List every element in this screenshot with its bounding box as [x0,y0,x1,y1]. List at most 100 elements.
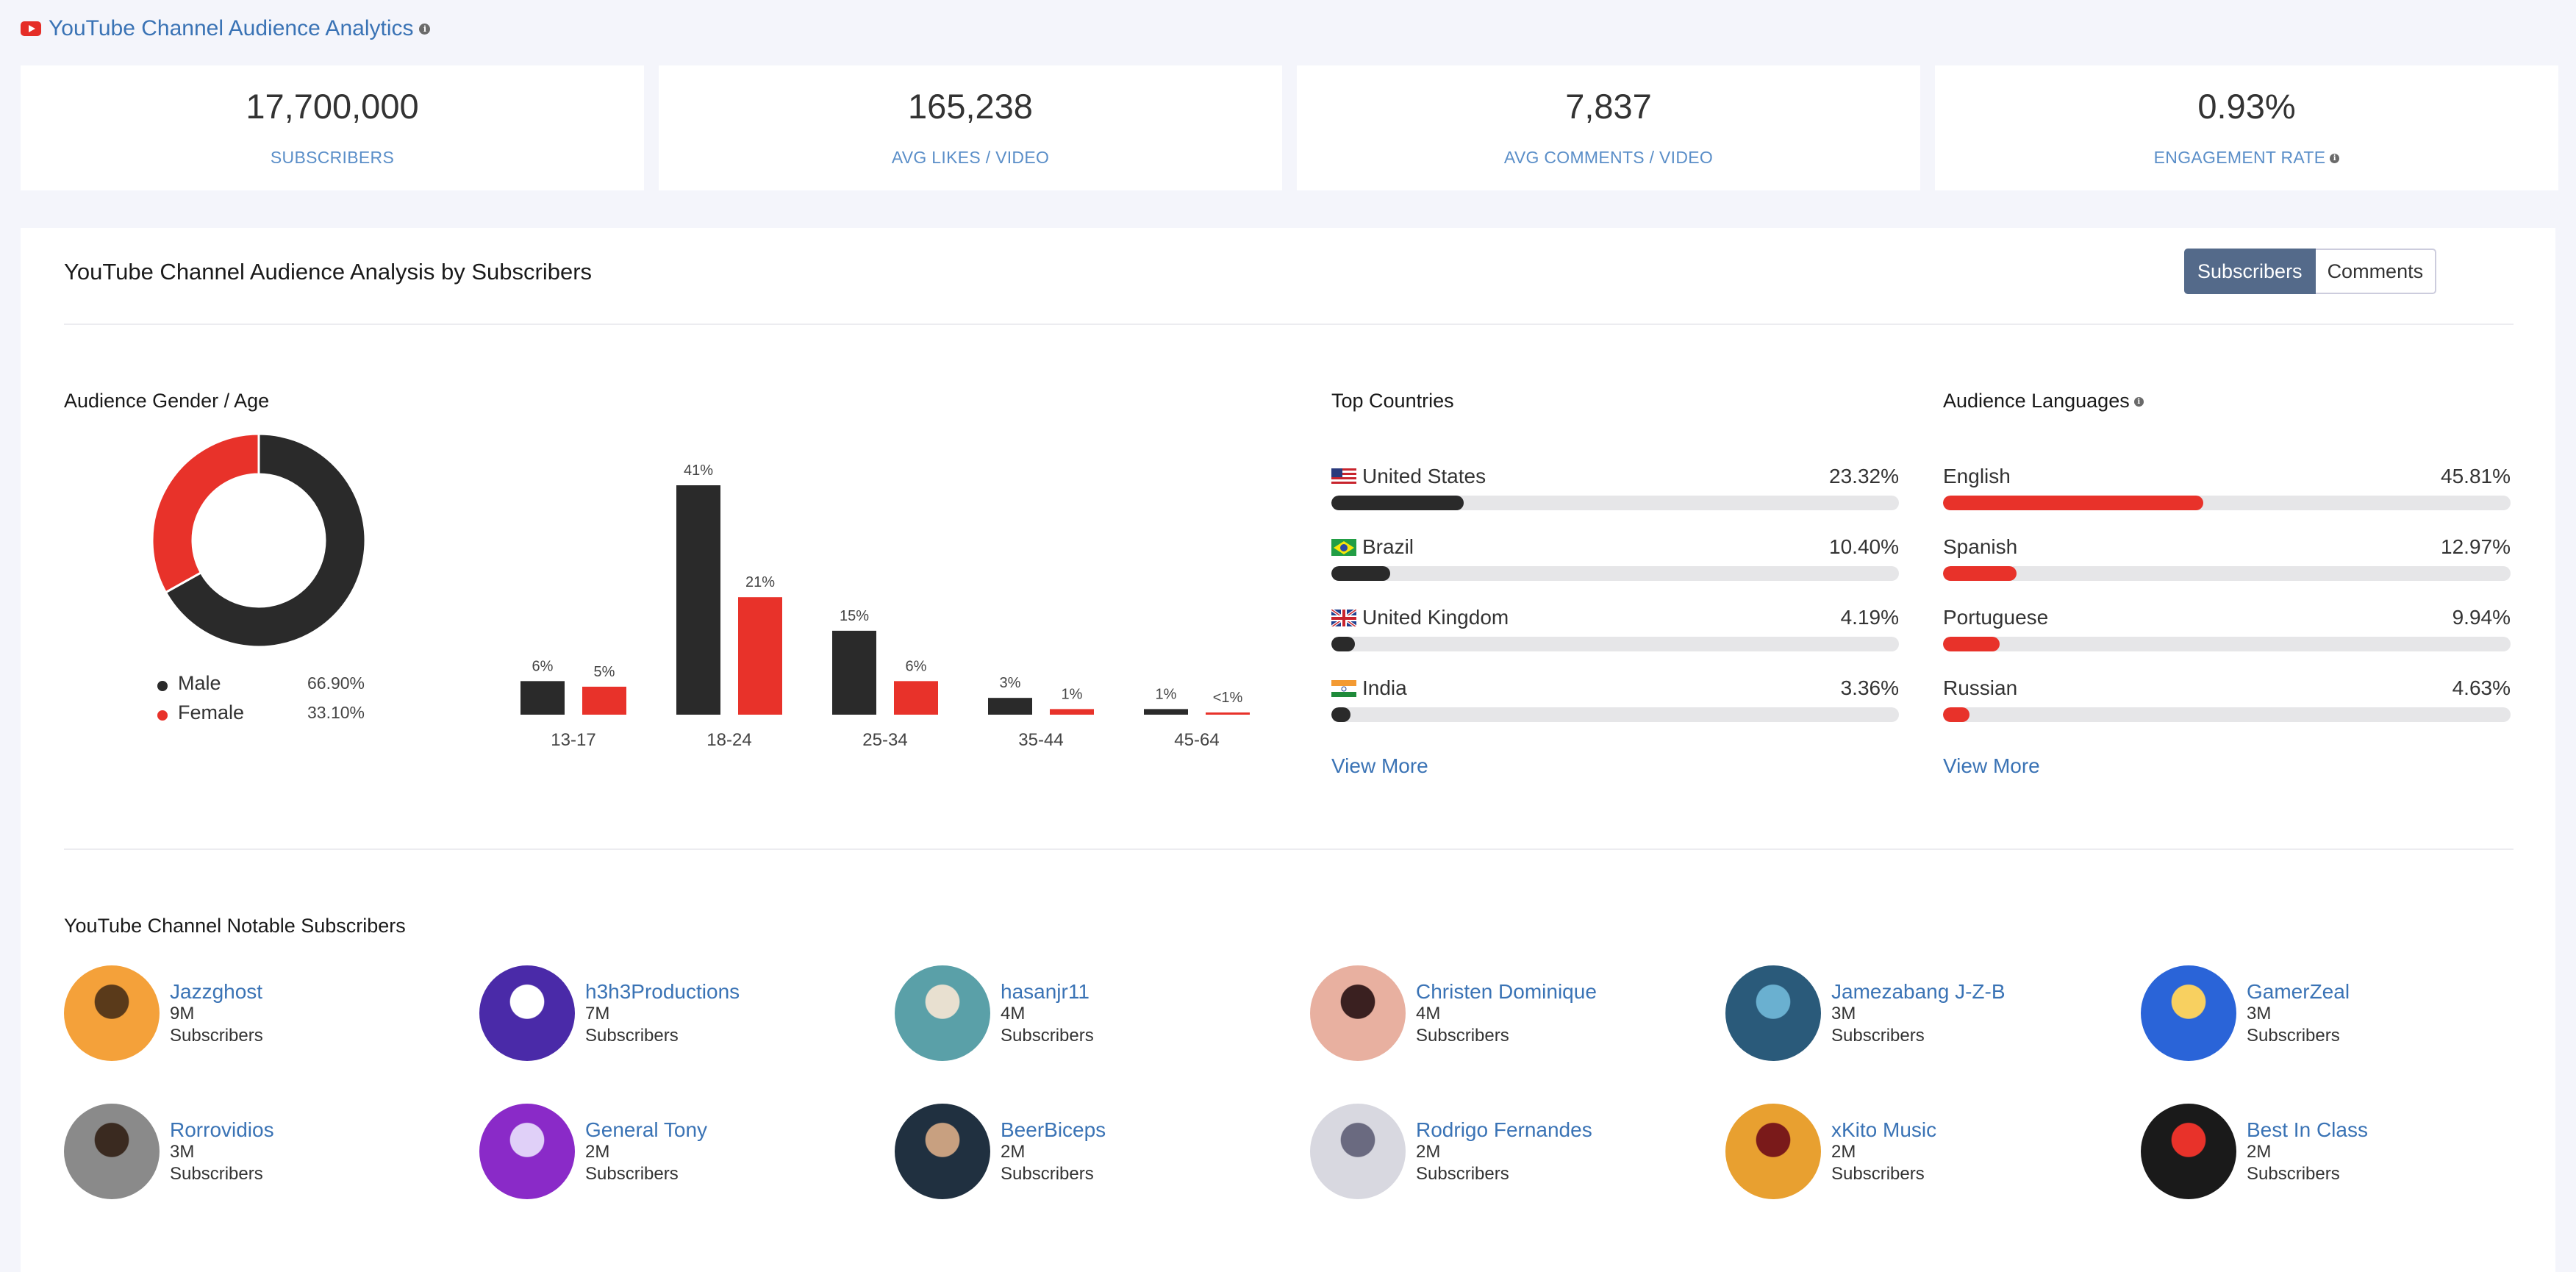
notable-subscriber-item[interactable]: xKito Music 2M Subscribers [1725,1104,2122,1207]
country-name: Brazil [1331,535,1414,559]
channel-avatar[interactable] [2141,965,2236,1061]
bar-data-label: 41% [684,462,713,479]
info-icon[interactable]: i [2330,154,2340,164]
page-title: YouTube Channel Audience Analytics [49,16,414,40]
notable-subscriber-item[interactable]: Jazzghost 9M Subscribers [64,965,461,1068]
channel-avatar[interactable] [2141,1104,2236,1199]
notable-subscriber-item[interactable]: Rodrigo Fernandes 2M Subscribers [1310,1104,1707,1207]
channel-name-link[interactable]: BeerBiceps [1001,1118,1106,1142]
subscriber-count: 3M [1831,1004,1856,1023]
bar-data-label: 3% [1000,675,1021,691]
bar-female-18-24 [738,597,782,715]
channel-name-link[interactable]: hasanjr11 [1001,980,1090,1004]
x-tick-label: 45-64 [1174,730,1219,750]
country-progress-track [1331,637,1899,651]
subscriber-count: 7M [585,1004,610,1023]
legend-label: Female [178,701,245,723]
notable-subscriber-item[interactable]: Christen Dominique 4M Subscribers [1310,965,1707,1068]
subscriber-label: Subscribers [1831,1026,1925,1046]
channel-name-link[interactable]: General Tony [585,1118,707,1142]
language-progress-track [1943,566,2511,581]
channel-avatar[interactable] [895,1104,990,1199]
country-row-india: India 3.36% [1331,676,1899,722]
language-progress-fill [1943,637,2000,651]
language-progress-fill [1943,707,1969,722]
language-percent: 4.63% [2452,676,2511,699]
notable-subscriber-item[interactable]: Rorrovidios 3M Subscribers [64,1104,461,1207]
channel-avatar[interactable] [1310,965,1406,1061]
channel-name-link[interactable]: Rorrovidios [170,1118,274,1142]
channel-avatar[interactable] [1725,965,1821,1061]
legend-dot-female [157,710,168,721]
language-name: Russian [1943,676,2018,699]
audience-source-toggle: Subscribers Comments [2184,249,2437,294]
youtube-icon [21,21,41,36]
bar-male-25-34 [832,630,876,715]
channel-avatar[interactable] [1310,1104,1406,1199]
subscriber-count: 2M [585,1142,610,1162]
subscriber-label: Subscribers [1416,1026,1509,1046]
stat-card-avg-comments: 7,837 AVG COMMENTS / VIDEO [1297,65,1920,190]
bar-female-25-34 [894,681,938,715]
bar-female-13-17 [582,686,626,715]
channel-avatar[interactable] [64,1104,160,1199]
stat-label: ENGAGEMENT RATE i [1935,148,2558,168]
subscriber-label: Subscribers [1416,1164,1509,1184]
country-progress-fill [1331,496,1464,510]
bar-data-label: 6% [906,658,927,674]
subscriber-count: 4M [1416,1004,1441,1023]
subscriber-count: 2M [2247,1142,2272,1162]
country-row-brazil: Brazil 10.40% [1331,535,1899,581]
notable-subscriber-item[interactable]: General Tony 2M Subscribers [479,1104,876,1207]
country-label: India [1362,676,1407,699]
notable-subscriber-item[interactable]: hasanjr11 4M Subscribers [895,965,1292,1068]
channel-avatar[interactable] [1725,1104,1821,1199]
brazil-flag-icon [1331,538,1356,556]
channel-name-link[interactable]: Christen Dominique [1416,980,1597,1004]
channel-name-link[interactable]: GamerZeal [2247,980,2350,1004]
info-icon[interactable]: i [419,23,431,35]
bar-male-45-64 [1144,709,1188,715]
bar-data-label: 21% [745,574,775,590]
notable-subscriber-item[interactable]: Jamezabang J-Z-B 3M Subscribers [1725,965,2122,1068]
channel-name-link[interactable]: Jamezabang J-Z-B [1831,980,2006,1004]
india-flag-icon [1331,679,1356,697]
toggle-subscribers-button[interactable]: Subscribers [2184,249,2316,294]
notable-subscriber-item[interactable]: Best In Class 2M Subscribers [2141,1104,2538,1207]
toggle-comments-button[interactable]: Comments [2315,249,2437,294]
channel-avatar[interactable] [479,1104,575,1199]
channel-avatar[interactable] [479,965,575,1061]
page-header: YouTube Channel Audience Analytics i [21,13,431,44]
country-progress-track [1331,566,1899,581]
language-progress-track [1943,637,2511,651]
channel-name-link[interactable]: h3h3Productions [585,980,740,1004]
stat-label: AVG LIKES / VIDEO [891,148,1050,167]
subscriber-label: Subscribers [585,1026,679,1046]
bar-data-label: 15% [840,608,869,624]
channel-avatar[interactable] [64,965,160,1061]
languages-view-more-link[interactable]: View More [1943,754,2040,778]
language-percent: 45.81% [2441,465,2511,487]
subscriber-label: Subscribers [1001,1164,1094,1184]
notable-subscriber-item[interactable]: GamerZeal 3M Subscribers [2141,965,2538,1068]
channel-name-link[interactable]: xKito Music [1831,1118,1936,1142]
uk-flag-icon [1331,609,1356,626]
channel-name-link[interactable]: Best In Class [2247,1118,2368,1142]
subscriber-label: Subscribers [2247,1026,2340,1046]
channel-name-link[interactable]: Jazzghost [170,980,262,1004]
info-icon[interactable]: i [2133,397,2144,407]
subscriber-count: 3M [2247,1004,2272,1023]
top-countries-title: Top Countries [1331,390,1454,412]
bar-data-label: 6% [532,658,554,674]
countries-view-more-link[interactable]: View More [1331,754,1428,778]
notable-subscribers-title: YouTube Channel Notable Subscribers [64,915,406,937]
country-progress-fill [1331,707,1350,722]
channel-avatar[interactable] [895,965,990,1061]
bar-male-18-24 [676,485,720,715]
notable-subscriber-item[interactable]: BeerBiceps 2M Subscribers [895,1104,1292,1207]
bar-female-45-64 [1206,712,1250,715]
stat-label-text: ENGAGEMENT RATE [2153,148,2326,167]
notable-subscriber-item[interactable]: h3h3Productions 7M Subscribers [479,965,876,1068]
subscriber-label: Subscribers [585,1164,679,1184]
channel-name-link[interactable]: Rodrigo Fernandes [1416,1118,1592,1142]
